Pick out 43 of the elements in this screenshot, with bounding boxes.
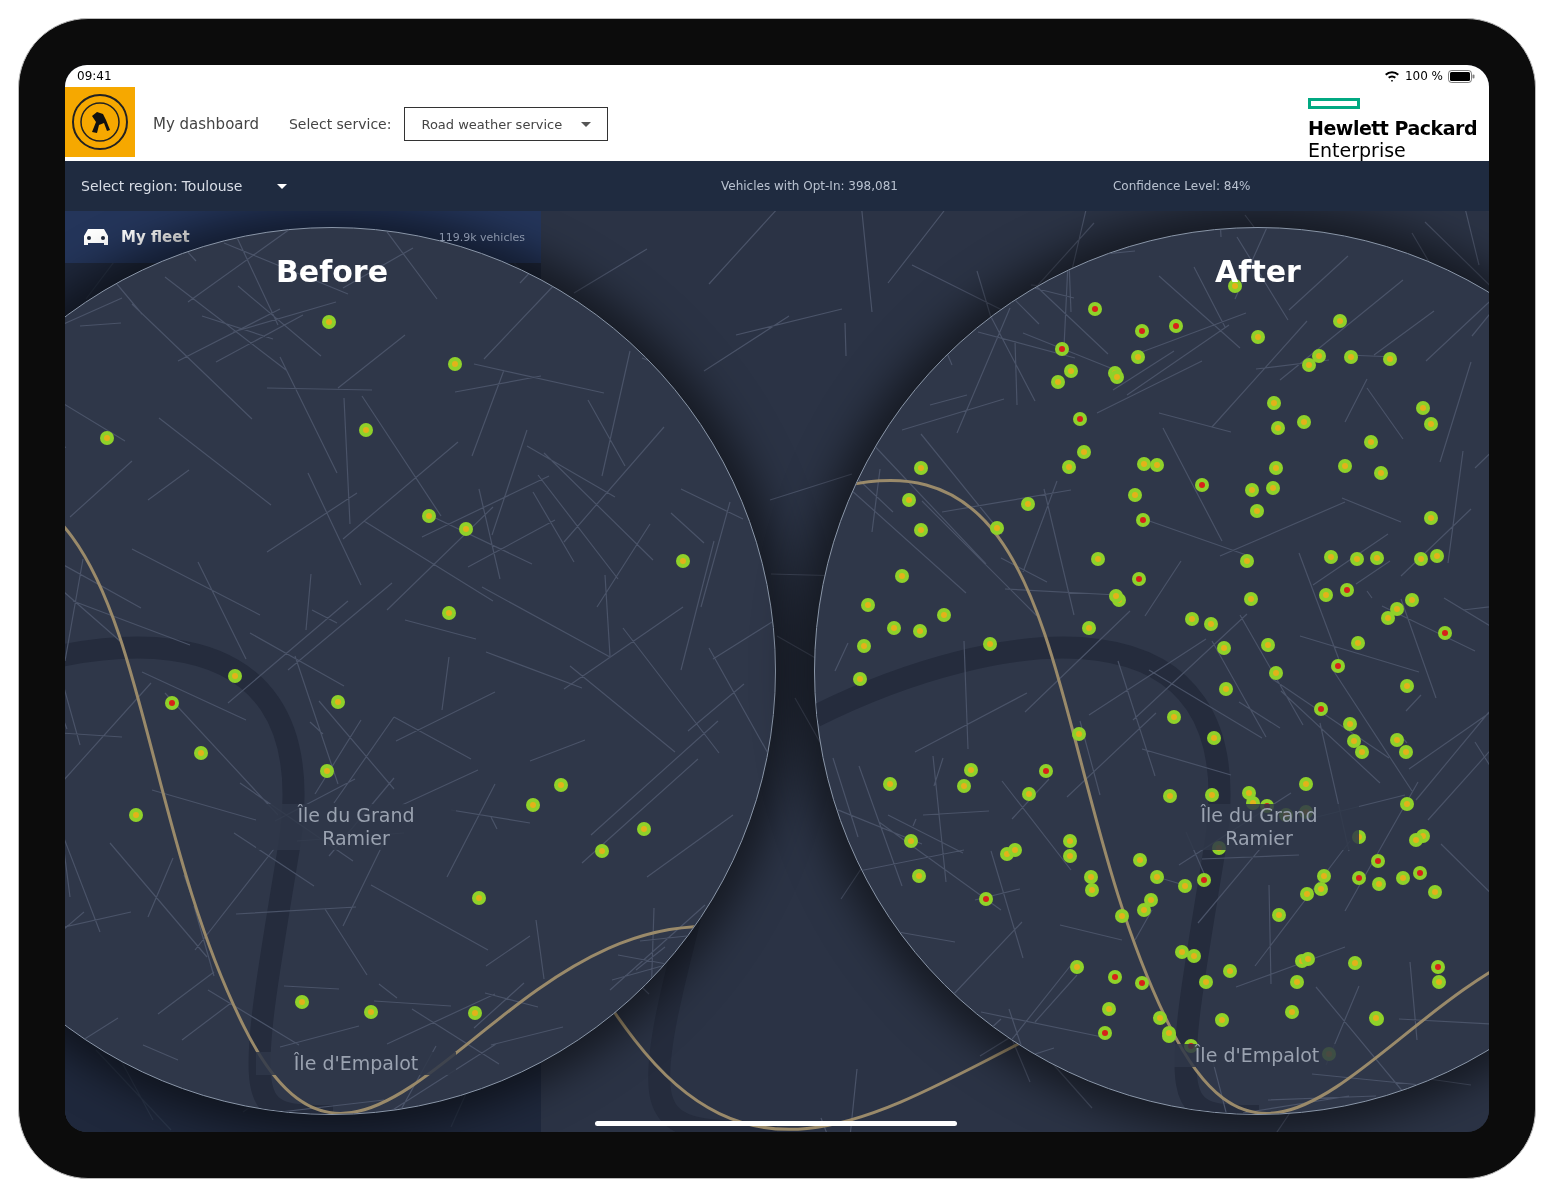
- wifi-icon: [1383, 70, 1400, 82]
- heat-spot: [359, 423, 373, 437]
- heat-spot: [448, 357, 462, 371]
- vehicle-count: Vehicles with Opt-In: 398,081: [721, 179, 898, 193]
- heat-spot: [194, 746, 208, 760]
- rectangle-logo-mark: [1308, 98, 1361, 109]
- car-icon: [81, 227, 111, 247]
- dashboard-link[interactable]: My dashboard: [153, 115, 259, 133]
- map-place-label: Île d'Empalot: [256, 1052, 456, 1075]
- region-dropdown[interactable]: Select region: Toulouse: [65, 178, 481, 194]
- heat-spot: [526, 798, 540, 812]
- heat-spot: [165, 696, 179, 710]
- brand-name-subtitle: Enterprise: [1308, 139, 1407, 161]
- caret-icon: [276, 183, 287, 189]
- heat-spot: [129, 808, 143, 822]
- heat-spot: [320, 764, 334, 778]
- vehicle-count: 119.9k vehicles: [438, 230, 525, 244]
- service-dropdown[interactable]: Road weather service: [404, 107, 609, 141]
- caret-icon: [581, 121, 592, 127]
- heat-spot: [472, 891, 486, 905]
- heat-spot: [459, 522, 473, 536]
- heat-spot: [295, 995, 309, 1009]
- heat-spot: [322, 315, 336, 329]
- status-time: 09:41: [77, 69, 112, 83]
- heat-spot: [331, 695, 345, 709]
- lens-title: After: [1214, 254, 1302, 289]
- heat-spot: [422, 509, 436, 523]
- map-place-label: Île du Grand Ramier: [256, 804, 456, 850]
- heat-spot: [676, 554, 690, 568]
- heat-spot: [595, 844, 609, 858]
- brand-name: Hewlett Packard: [1308, 117, 1477, 139]
- heat-spot: [468, 1006, 482, 1020]
- battery-text: 100 %: [1404, 69, 1443, 83]
- heat-spot: [100, 431, 114, 445]
- heat-spot: [637, 822, 651, 836]
- heat-spot: [228, 669, 242, 683]
- battery-icon: [1448, 69, 1475, 83]
- lens-title: Before: [275, 254, 389, 289]
- service-label: Select service:: [288, 116, 392, 132]
- heat-spot: [554, 778, 568, 792]
- heat-spot: [364, 1005, 378, 1019]
- confidence-level: Confidence Level: 84%: [1113, 179, 1251, 193]
- heat-spot: [442, 606, 456, 620]
